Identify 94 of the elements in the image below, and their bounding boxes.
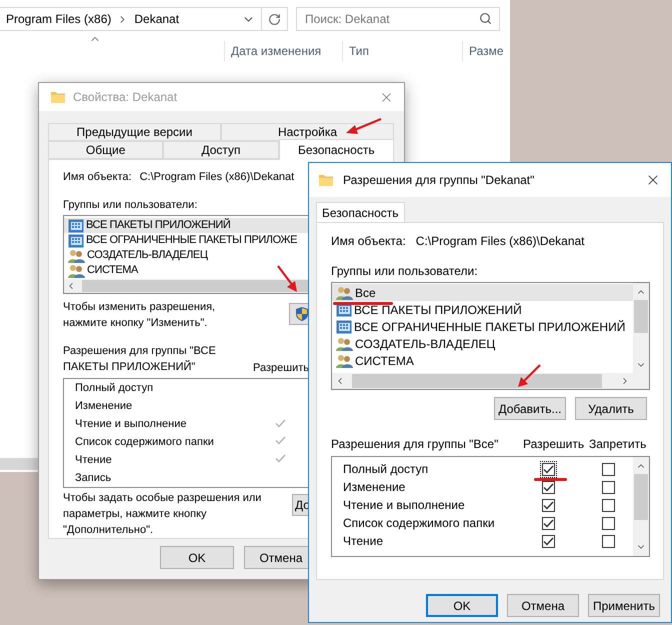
group-item[interactable]: СОЗДАТЕЛЬ-ВЛАДЕЛЕЦ bbox=[332, 335, 633, 352]
checkbox[interactable] bbox=[601, 498, 616, 512]
annotation-arrow bbox=[344, 116, 384, 136]
horizontal-scrollbar[interactable] bbox=[332, 373, 633, 389]
permissions-label: Разрешения для группы "ВСЕ ПАКЕТЫ ПРИЛОЖЕНИЙ" bbox=[63, 344, 217, 375]
permission-name: Полный доступ bbox=[75, 381, 154, 396]
folder-icon bbox=[319, 174, 333, 186]
ok-button[interactable]: OK bbox=[426, 594, 498, 617]
allow-header: Разрешить bbox=[523, 436, 586, 453]
users-icon bbox=[68, 264, 85, 278]
breadcrumb-item[interactable]: Dekanat bbox=[134, 10, 180, 28]
advanced-hint: Чтобы задать особые разрешения или параметры, нажмите кнопку "Дополнительно". bbox=[63, 491, 262, 538]
remove-button[interactable]: Удалить bbox=[575, 397, 647, 420]
group-item[interactable]: СИСТЕМА bbox=[332, 352, 633, 369]
search-field[interactable]: Поиск: Dekanat bbox=[296, 7, 500, 31]
allow-header: Разрешить bbox=[253, 361, 309, 375]
check-icon bbox=[543, 482, 554, 492]
app-package-icon bbox=[68, 234, 84, 248]
vertical-scrollbar[interactable] bbox=[633, 283, 649, 389]
check-icon bbox=[543, 518, 554, 528]
search-icon bbox=[479, 12, 492, 25]
permission-name: Чтение bbox=[343, 533, 384, 550]
app-package-icon bbox=[336, 320, 352, 334]
users-icon bbox=[336, 354, 353, 368]
column-header[interactable]: Разме bbox=[462, 41, 509, 61]
checkbox[interactable] bbox=[541, 534, 556, 548]
permission-name: Полный доступ bbox=[343, 461, 430, 478]
groups-label: Группы или пользователи: bbox=[331, 263, 478, 280]
add-button[interactable]: Добавить... bbox=[494, 397, 566, 420]
object-path: C:\Program Files (x86)\Dekanat bbox=[140, 170, 294, 185]
vertical-scrollbar[interactable] bbox=[633, 457, 649, 556]
check-icon bbox=[275, 436, 286, 446]
group-item[interactable]: ВСЕ ОГРАНИЧЕННЫЕ ПАКЕТЫ ПРИЛОЖЕ bbox=[64, 233, 310, 248]
group-item[interactable]: СОЗДАТЕЛЬ-ВЛАДЕЛЕЦ bbox=[64, 248, 310, 263]
users-icon bbox=[336, 336, 353, 350]
permission-name: Список содержимого папки bbox=[343, 515, 496, 532]
column-header[interactable]: Тип bbox=[342, 41, 462, 61]
object-name-label: Имя объекта: bbox=[331, 233, 406, 250]
checkbox[interactable] bbox=[541, 516, 556, 530]
permission-name: Изменение bbox=[75, 399, 134, 414]
permission-name: Чтение bbox=[75, 452, 113, 468]
deny-header: Запретить bbox=[589, 436, 646, 453]
check-icon bbox=[543, 464, 554, 474]
check-icon bbox=[543, 500, 554, 510]
check-icon bbox=[275, 454, 286, 464]
group-item[interactable]: ВСЕ ОГРАНИЧЕННЫЕ ПАКЕТЫ ПРИЛОЖЕНИЙ bbox=[332, 318, 633, 335]
annotation-arrow bbox=[516, 363, 542, 389]
horizontal-scrollbar[interactable] bbox=[64, 279, 310, 293]
permissions-label: Разрешения для группы "Все" bbox=[331, 436, 500, 453]
tab[interactable]: Предыдущие версии bbox=[48, 123, 221, 141]
breadcrumb-item[interactable]: Program Files (x86) bbox=[6, 10, 112, 28]
checkbox[interactable] bbox=[541, 498, 556, 512]
permission-name: Запись bbox=[75, 470, 112, 486]
check-icon bbox=[543, 536, 554, 546]
edit-button[interactable] bbox=[289, 303, 309, 325]
object-path: C:\Program Files (x86)\Dekanat bbox=[416, 233, 585, 250]
app-package-icon bbox=[68, 218, 84, 232]
object-name-label: Имя объекта: bbox=[63, 170, 132, 185]
apply-button[interactable]: Применить bbox=[588, 594, 660, 617]
users-icon bbox=[68, 248, 85, 262]
address-bar[interactable]: Program Files (x86) Dekanat bbox=[0, 7, 288, 31]
groups-label: Группы или пользователи: bbox=[63, 198, 198, 213]
dialog-title: Свойства: Dekanat bbox=[73, 89, 178, 106]
checkbox[interactable] bbox=[541, 480, 556, 494]
checkbox[interactable] bbox=[601, 516, 616, 530]
annotation-underline bbox=[534, 478, 567, 481]
checkbox[interactable] bbox=[541, 462, 556, 476]
tab[interactable]: Безопасность bbox=[316, 202, 405, 222]
checkbox[interactable] bbox=[601, 480, 616, 494]
tab[interactable]: Настройка bbox=[221, 123, 394, 141]
check-icon bbox=[275, 418, 286, 428]
shield-icon bbox=[296, 307, 308, 321]
dialog-title: Разрешения для группы "Dekanat" bbox=[343, 172, 534, 189]
checkbox[interactable] bbox=[601, 462, 616, 476]
permission-name: Чтение и выполнение bbox=[75, 417, 188, 432]
cancel-button[interactable]: Отмена bbox=[507, 594, 579, 617]
tab[interactable]: Доступ bbox=[163, 141, 279, 159]
group-item[interactable]: ВСЕ ПАКЕТЫ ПРИЛОЖЕНИЙ bbox=[64, 218, 310, 233]
checkbox[interactable] bbox=[601, 534, 616, 548]
refresh-icon[interactable] bbox=[268, 12, 281, 26]
annotation-arrow bbox=[276, 264, 300, 294]
permission-name: Изменение bbox=[343, 479, 406, 496]
ok-button[interactable]: OK bbox=[160, 546, 234, 569]
column-header[interactable]: Дата изменения bbox=[224, 41, 342, 61]
tab[interactable]: Безопасность bbox=[278, 139, 394, 160]
change-hint: Чтобы изменить разрешения, нажмите кнопку "Изменить". bbox=[63, 300, 216, 331]
folder-icon bbox=[51, 91, 65, 103]
group-item[interactable]: Все bbox=[332, 284, 633, 301]
annotation-underline bbox=[333, 302, 393, 305]
users-icon bbox=[336, 286, 353, 300]
permission-name: Список содержимого папки bbox=[75, 434, 215, 450]
group-item[interactable]: СИСТЕМА bbox=[64, 263, 310, 278]
permission-name: Чтение и выполнение bbox=[343, 497, 466, 514]
tab[interactable]: Общие bbox=[48, 141, 164, 159]
